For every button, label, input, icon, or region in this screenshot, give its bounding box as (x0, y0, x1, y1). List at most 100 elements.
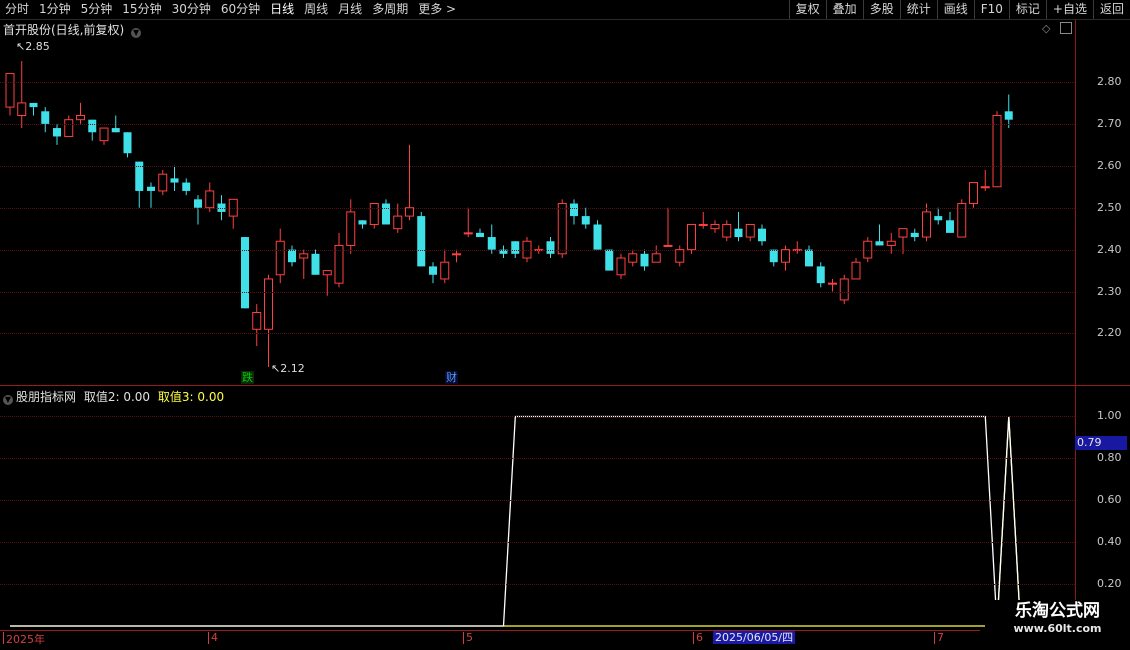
candle-body (275, 240, 285, 276)
candle (382, 199, 390, 225)
candle-body (111, 128, 120, 133)
candle (311, 249, 320, 275)
candle (228, 198, 238, 229)
min-price-value: 2.12 (280, 362, 305, 375)
candle (182, 178, 191, 196)
action-button-2[interactable]: 多股 (862, 0, 900, 19)
candle-body (816, 266, 825, 284)
candle-body (910, 232, 919, 238)
period-tab-8[interactable]: 月线 (333, 0, 367, 19)
price-tick-label: 2.50 (1097, 200, 1122, 214)
candle (417, 211, 426, 267)
period-tab-7[interactable]: 周线 (299, 0, 333, 19)
candle-body (675, 249, 685, 263)
candle (581, 207, 590, 229)
action-button-4[interactable]: 画线 (936, 0, 974, 19)
candle-body (123, 132, 132, 154)
candle (5, 73, 15, 116)
date-tick-may: 5 (463, 631, 473, 644)
candle (264, 274, 273, 367)
period-tab-5[interactable]: 60分钟 (216, 0, 265, 19)
candle-body (758, 228, 766, 242)
indicator-tick-label: 0.40 (1097, 535, 1122, 549)
indicator-line-yellow (10, 416, 1022, 627)
candle (628, 249, 638, 267)
action-buttons: 复权 叠加 多股 统计 画线 F10 标记 +自选 返回 (788, 0, 1130, 19)
action-button-8[interactable]: 返回 (1092, 0, 1130, 19)
finance-mark[interactable]: 财 (445, 371, 458, 384)
candle (875, 224, 884, 246)
candle (29, 102, 38, 116)
candle-body (487, 237, 496, 250)
period-tab-2[interactable]: 5分钟 (76, 0, 118, 19)
candle-body (299, 253, 309, 259)
period-tab-9[interactable]: 多周期 (367, 0, 413, 19)
candle (769, 249, 778, 267)
candle (275, 228, 285, 284)
candle-body (581, 216, 590, 225)
candle (980, 169, 990, 191)
candle-body (745, 223, 755, 238)
candle (334, 232, 344, 288)
action-button-0[interactable]: 复权 (788, 0, 826, 19)
indicator-chart (10, 415, 1022, 627)
candle (710, 220, 720, 233)
candle-body (722, 223, 732, 238)
price-tick-label: 2.20 (1097, 326, 1122, 340)
candle (828, 278, 837, 292)
candle-body (886, 240, 896, 246)
candle-body (369, 203, 379, 225)
indicator-gridline (0, 584, 1075, 586)
indicator-line-white (10, 415, 1022, 627)
period-tab-4[interactable]: 30分钟 (167, 0, 216, 19)
candle-body (429, 266, 437, 275)
candle-body (934, 216, 943, 221)
candle (88, 119, 97, 141)
action-button-1[interactable]: 叠加 (825, 0, 863, 19)
period-tab-3[interactable]: 15分钟 (117, 0, 166, 19)
candle (992, 111, 1002, 188)
candle-body (687, 223, 696, 251)
candle (910, 228, 919, 242)
candle (792, 241, 802, 254)
candle-body (194, 199, 202, 208)
candle-body (734, 228, 743, 238)
candle (605, 249, 614, 271)
candle-body (546, 241, 555, 254)
candle-body (264, 278, 273, 330)
indicator-axis-line (1075, 386, 1076, 630)
period-tab-0[interactable]: 分时 (0, 0, 34, 19)
candle (922, 203, 931, 242)
indicator-tick-label: 0.80 (1097, 451, 1122, 465)
candle-body (241, 237, 249, 309)
action-button-7[interactable]: +自选 (1045, 0, 1093, 19)
candle-body (322, 270, 332, 276)
candle (135, 161, 144, 208)
date-axis (0, 630, 1130, 650)
candle (405, 144, 414, 221)
candle (99, 127, 109, 145)
candle (170, 165, 179, 191)
candle (546, 237, 555, 259)
candle-body (147, 186, 155, 191)
max-price-label: ↖2.85 (16, 40, 50, 53)
action-button-3[interactable]: 统计 (899, 0, 937, 19)
candle-body (605, 249, 614, 271)
candle-body (851, 261, 861, 280)
action-button-6[interactable]: 标记 (1008, 0, 1046, 19)
period-tab-1[interactable]: 1分钟 (34, 0, 76, 19)
indicator-tick-label: 0.20 (1097, 577, 1122, 591)
fall-mark[interactable]: 跌 (241, 371, 254, 384)
candle-body (781, 249, 790, 263)
action-button-5[interactable]: F10 (973, 0, 1009, 19)
price-tick-label: 2.60 (1097, 158, 1122, 172)
price-tick-label: 2.30 (1097, 284, 1122, 298)
period-tab-10[interactable]: 更多 > (413, 0, 461, 19)
candle-body (99, 127, 109, 142)
period-tab-6[interactable]: 日线 (265, 0, 299, 19)
candle-body (1004, 111, 1013, 120)
period-toolbar: 分时 1分钟 5分钟 15分钟 30分钟 60分钟 日线 周线 月线 多周期 更多 > 复权 叠加 多股… (0, 0, 1130, 20)
candle-body (311, 253, 320, 275)
candle-body (663, 244, 673, 247)
candle-body (640, 253, 649, 267)
